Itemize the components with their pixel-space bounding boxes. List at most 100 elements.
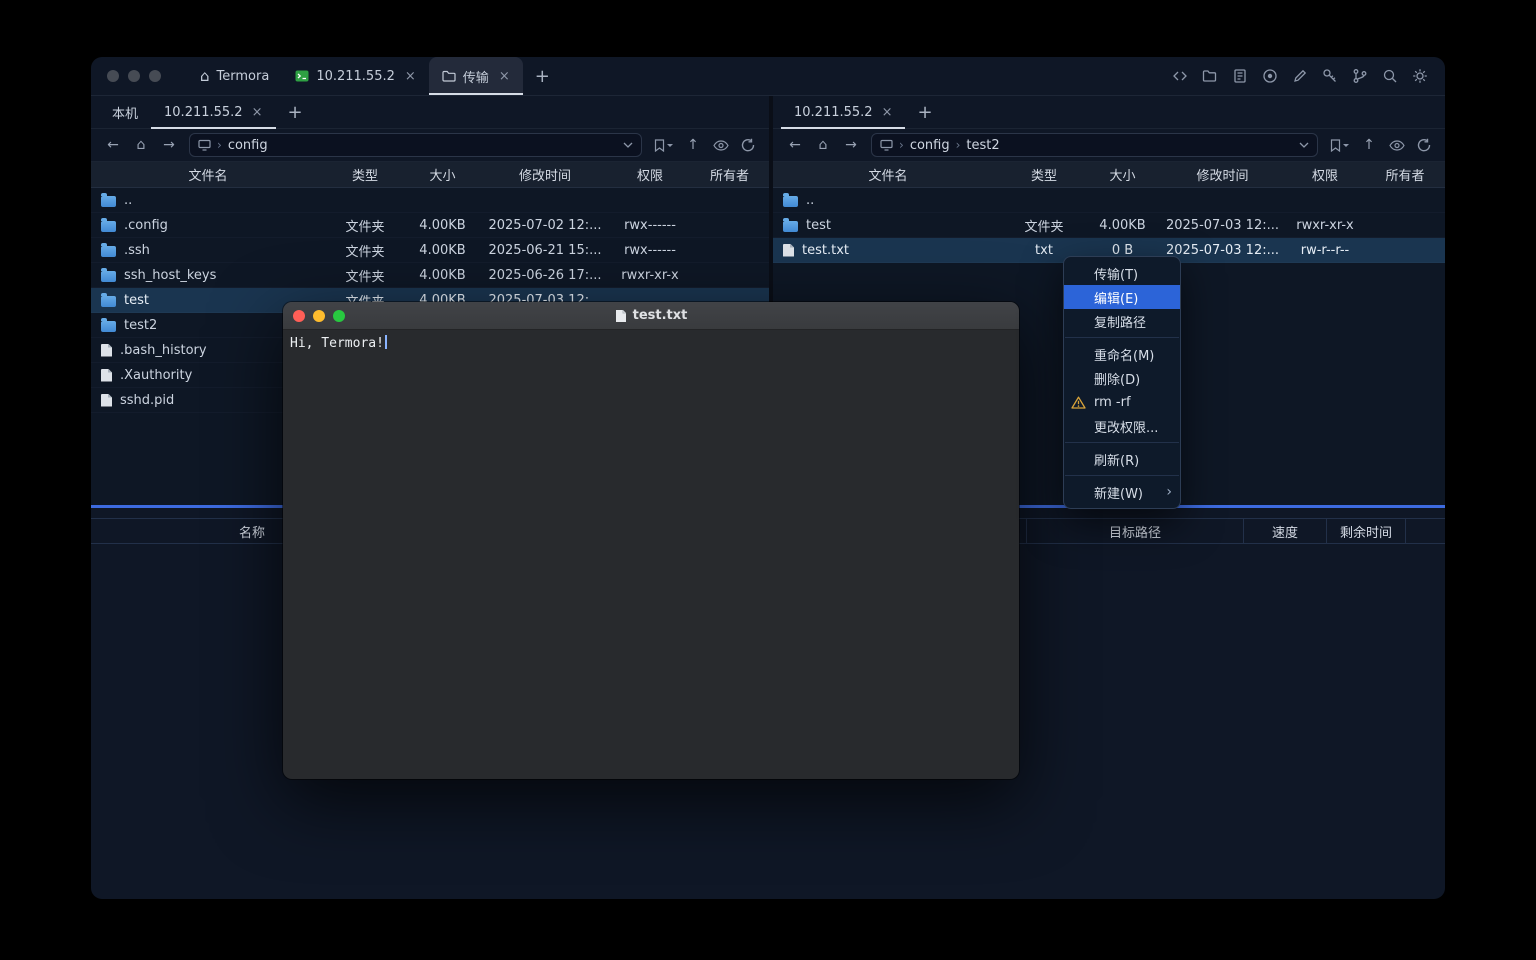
right-pane-tab-bar: 10.211.55.2 × + [773, 96, 1445, 129]
refresh-button[interactable] [737, 133, 759, 157]
tab-remote-host[interactable]: 10.211.55.2 × [781, 96, 905, 128]
close-button[interactable] [293, 310, 305, 322]
file-table-header: 文件名 类型 大小 修改时间 权限 所有者 [773, 162, 1445, 188]
column-header-filename[interactable]: 文件名 [773, 165, 1003, 184]
menu-item-change-permissions[interactable]: 更改权限... [1064, 414, 1180, 438]
key-icon[interactable] [1321, 67, 1339, 85]
menu-item-edit[interactable]: 编辑(E) [1064, 285, 1180, 309]
home-button[interactable]: ⌂ [811, 133, 835, 157]
cell-size: 4.00KB [1085, 218, 1160, 233]
bookmark-button[interactable] [650, 133, 677, 157]
up-directory-button[interactable]: ↑ [1357, 133, 1381, 157]
menu-item-rename[interactable]: 重命名(M) [1064, 342, 1180, 366]
minimize-button[interactable] [313, 310, 325, 322]
menu-item-transfer[interactable]: 传输(T) [1064, 261, 1180, 285]
log-icon[interactable] [1231, 67, 1249, 85]
chevron-down-icon[interactable] [623, 142, 633, 148]
branch-icon[interactable] [1351, 67, 1369, 85]
search-icon[interactable] [1381, 67, 1399, 85]
new-tab-button[interactable]: + [523, 57, 562, 95]
column-header-perm[interactable]: 权限 [1285, 165, 1365, 184]
tab-transfer[interactable]: 传输 × [429, 57, 523, 95]
column-header-owner[interactable]: 所有者 [690, 165, 769, 184]
cell-type: 文件夹 [325, 266, 405, 285]
cell-filename: .ssh [91, 243, 325, 258]
refresh-button[interactable] [1413, 133, 1435, 157]
file-row-ssh[interactable]: .ssh 文件夹 4.00KB 2025-06-21 15:... rwx---… [91, 238, 769, 263]
close-button[interactable] [107, 70, 119, 82]
zoom-button[interactable] [333, 310, 345, 322]
warning-icon [1071, 396, 1086, 409]
tab-remote-host[interactable]: 10.211.55.2 × [151, 96, 275, 128]
editor-title-text: test.txt [633, 308, 688, 323]
editor-title: test.txt [615, 308, 688, 323]
cell-mtime: 2025-07-03 12:... [1160, 243, 1285, 258]
gear-icon[interactable] [1411, 67, 1429, 85]
editor-content[interactable]: Hi, Termora! [283, 330, 1019, 357]
folder-icon [101, 321, 116, 332]
file-icon [783, 244, 794, 257]
tab-ssh-session[interactable]: 10.211.55.2 × [282, 57, 428, 95]
menu-separator [1065, 337, 1179, 338]
chevron-down-icon [667, 144, 673, 150]
folder-icon[interactable] [1201, 67, 1219, 85]
forward-button[interactable]: → [157, 133, 181, 157]
close-icon[interactable]: × [405, 69, 416, 84]
edit-icon[interactable] [1291, 67, 1309, 85]
close-icon[interactable]: × [882, 105, 893, 120]
new-tab-button[interactable]: + [276, 96, 315, 128]
home-button[interactable]: ⌂ [129, 133, 153, 157]
code-icon[interactable] [1171, 67, 1189, 85]
menu-item-refresh[interactable]: 刷新(R) [1064, 447, 1180, 471]
menu-item-delete[interactable]: 删除(D) [1064, 366, 1180, 390]
left-pane-tab-bar: 本机 10.211.55.2 × + [91, 96, 769, 129]
file-row-ssh-host-keys[interactable]: ssh_host_keys 文件夹 4.00KB 2025-06-26 17:.… [91, 263, 769, 288]
file-row-config[interactable]: .config 文件夹 4.00KB 2025-07-02 12:... rwx… [91, 213, 769, 238]
column-header-size[interactable]: 大小 [1085, 165, 1160, 184]
breadcrumb-segment[interactable]: test2 [966, 138, 999, 153]
tab-termora-home[interactable]: ⌂ Termora [187, 57, 282, 95]
back-button[interactable]: ← [783, 133, 807, 157]
column-header-perm[interactable]: 权限 [610, 165, 690, 184]
column-header-size[interactable]: 大小 [405, 165, 480, 184]
file-row-test[interactable]: test 文件夹 4.00KB 2025-07-03 12:... rwxr-x… [773, 213, 1445, 238]
file-row-parent[interactable]: .. [91, 188, 769, 213]
close-icon[interactable]: × [499, 69, 510, 84]
breadcrumb-segment[interactable]: config [228, 138, 268, 153]
new-tab-button[interactable]: + [905, 96, 944, 128]
submenu-chevron-icon: › [1166, 484, 1172, 500]
path-bar[interactable]: › config › test2 [871, 133, 1318, 157]
record-icon[interactable] [1261, 67, 1279, 85]
close-icon[interactable]: × [252, 105, 263, 120]
chevron-down-icon[interactable] [1299, 142, 1309, 148]
column-header-filename[interactable]: 文件名 [91, 165, 325, 184]
termora-window: ⌂ Termora 10.211.55.2 × 传输 × + [91, 57, 1445, 899]
breadcrumb-segment[interactable]: config [910, 138, 950, 153]
zoom-button[interactable] [149, 70, 161, 82]
show-hidden-files-button[interactable] [709, 133, 733, 157]
menu-item-rm-rf[interactable]: rm -rf [1064, 390, 1180, 414]
editor-window: test.txt Hi, Termora! [283, 302, 1019, 779]
column-header-type[interactable]: 类型 [1003, 165, 1085, 184]
column-header-type[interactable]: 类型 [325, 165, 405, 184]
bookmark-button[interactable] [1326, 133, 1353, 157]
path-bar[interactable]: › config [189, 133, 642, 157]
back-button[interactable]: ← [101, 133, 125, 157]
column-header-owner[interactable]: 所有者 [1365, 165, 1445, 184]
up-directory-button[interactable]: ↑ [681, 133, 705, 157]
cell-perm: rwx------ [610, 243, 690, 258]
show-hidden-files-button[interactable] [1385, 133, 1409, 157]
menu-item-copy-path[interactable]: 复制路径 [1064, 309, 1180, 333]
cell-perm: rw-r--r-- [1285, 243, 1365, 258]
column-header-mtime[interactable]: 修改时间 [480, 165, 610, 184]
menu-item-new[interactable]: 新建(W) › [1064, 480, 1180, 504]
tab-local-machine[interactable]: 本机 [99, 96, 151, 128]
minimize-button[interactable] [128, 70, 140, 82]
forward-button[interactable]: → [839, 133, 863, 157]
cell-size: 4.00KB [405, 243, 480, 258]
file-row-parent[interactable]: .. [773, 188, 1445, 213]
cell-perm: rwx------ [610, 218, 690, 233]
context-menu: 传输(T) 编辑(E) 复制路径 重命名(M) 删除(D) rm -rf 更改权… [1063, 256, 1181, 509]
file-name: .config [124, 218, 168, 233]
column-header-mtime[interactable]: 修改时间 [1160, 165, 1285, 184]
